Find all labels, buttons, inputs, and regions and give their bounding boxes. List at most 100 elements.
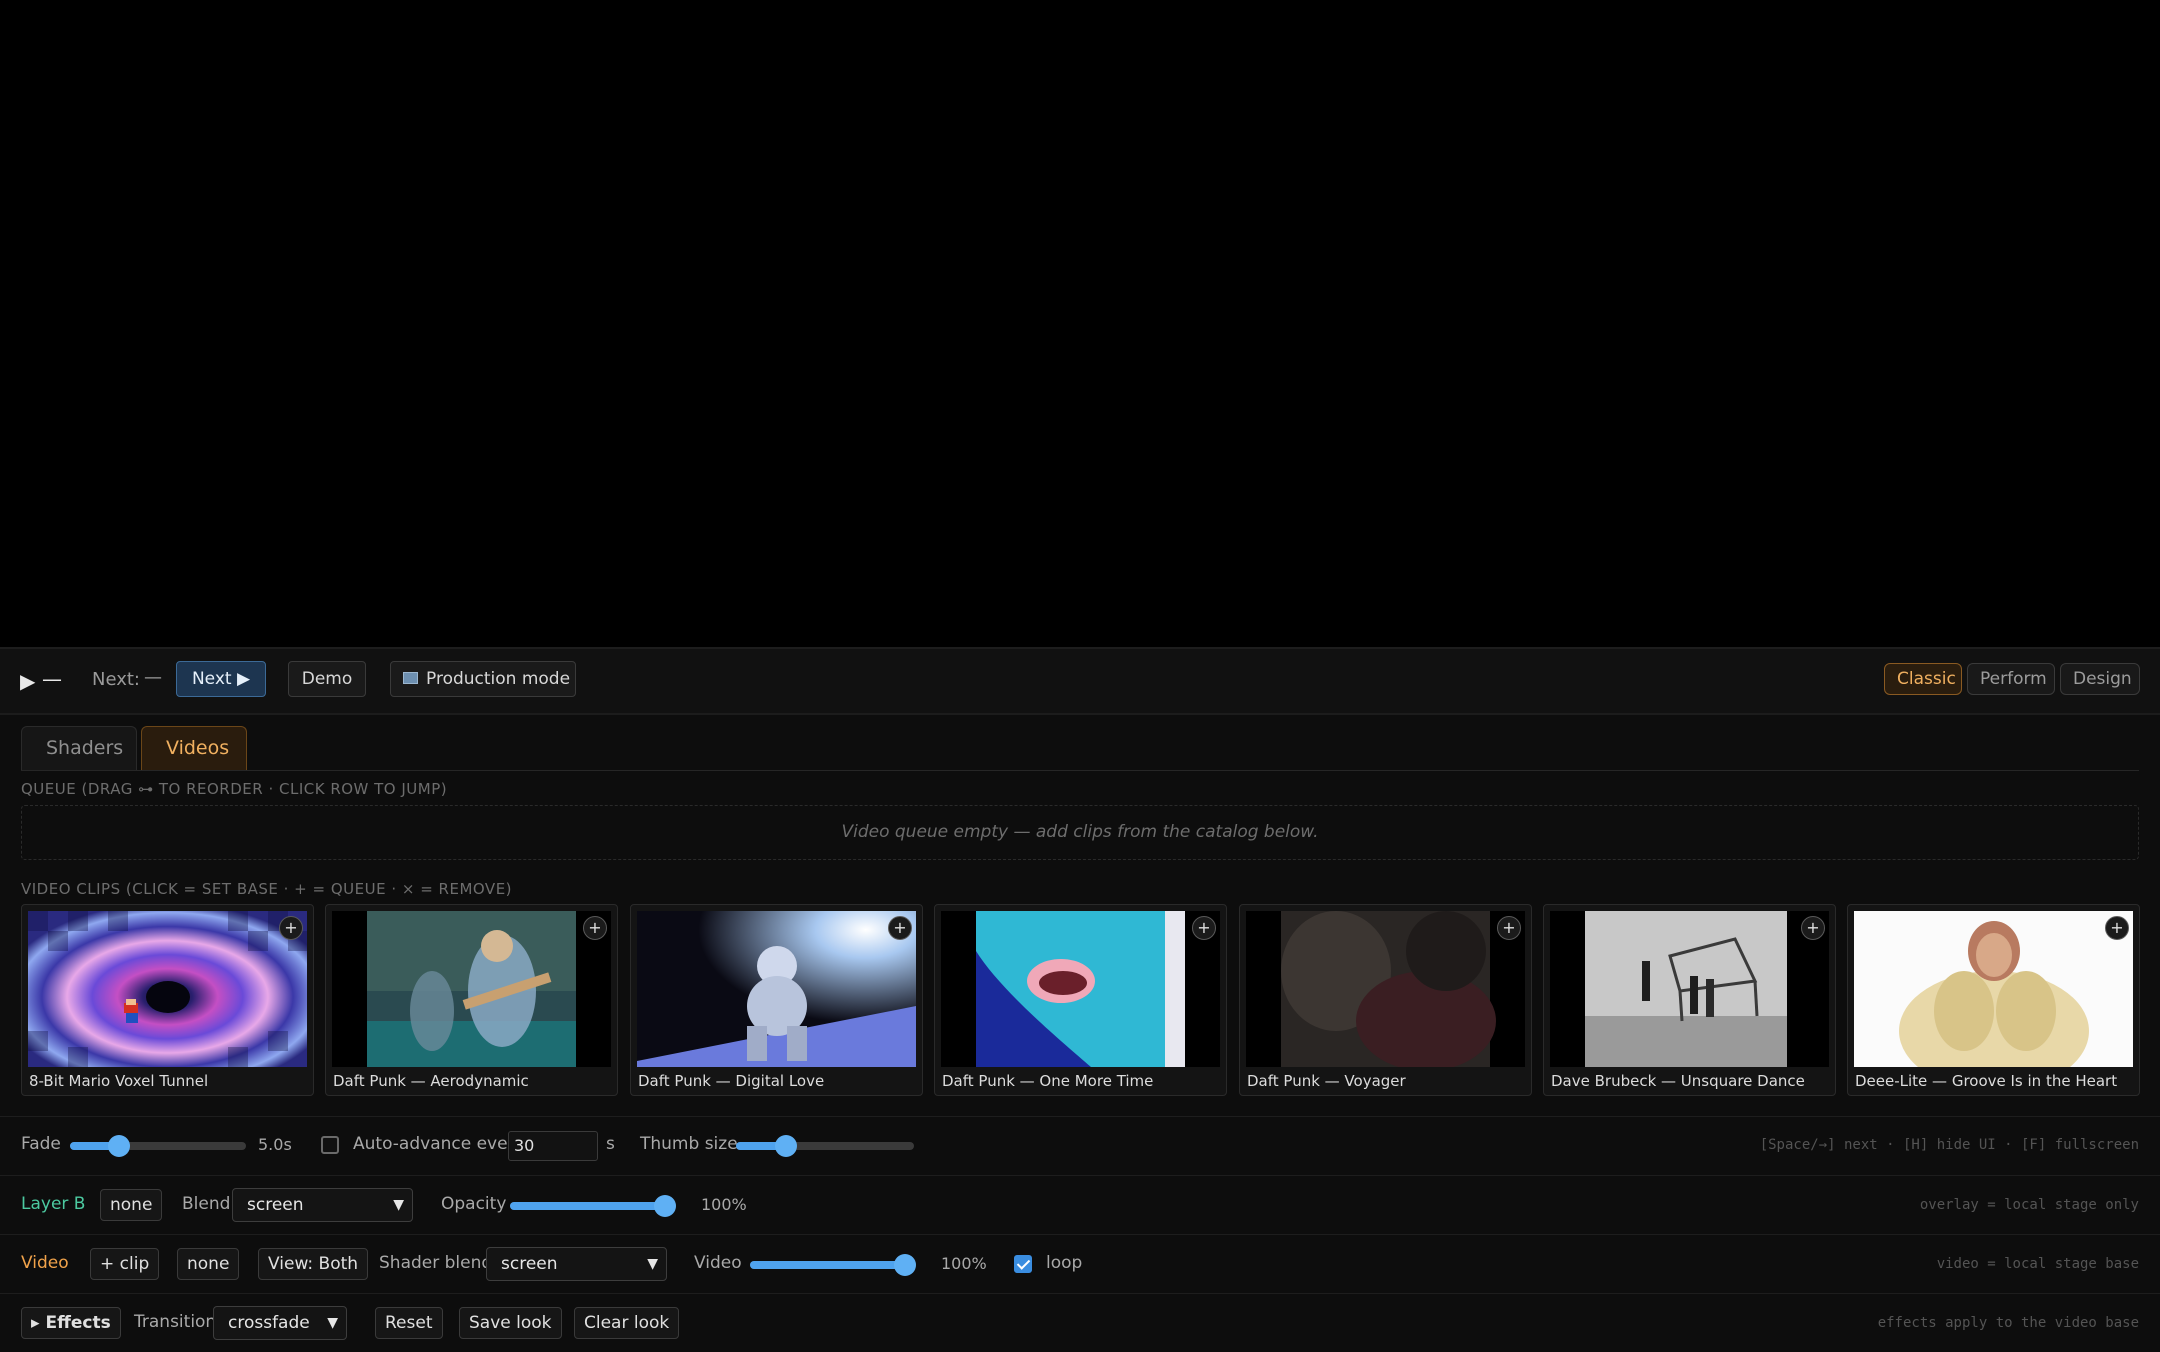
queue-empty-text: Video queue empty — add clips from the c… <box>841 822 1319 842</box>
reset-button[interactable]: Reset <box>375 1307 443 1339</box>
thumb-size-slider-knob[interactable] <box>774 1135 797 1157</box>
layer-b-label: Layer B <box>21 1194 86 1214</box>
add-to-queue-button[interactable]: + <box>2105 916 2129 940</box>
mode-classic-button[interactable]: Classic <box>1884 663 1962 695</box>
add-to-queue-button[interactable]: + <box>888 916 912 940</box>
clip-thumbnail-image <box>637 911 916 1067</box>
clear-look-button[interactable]: Clear look <box>574 1307 680 1339</box>
tab-divider <box>21 770 2139 771</box>
transition-select-value: crossfade <box>228 1313 310 1333</box>
shader-blend-select-value: screen <box>501 1254 558 1274</box>
thumb-size-slider[interactable] <box>736 1135 914 1157</box>
clip-card[interactable]: + Daft Punk — Digital Love <box>630 904 923 1096</box>
fade-value: 5.0s <box>258 1135 292 1154</box>
video-opacity-slider[interactable] <box>750 1254 916 1276</box>
add-to-queue-button[interactable]: + <box>279 916 303 940</box>
clip-card[interactable]: + Dave Brubeck — Unsquare Dance <box>1543 904 1836 1096</box>
tab-shaders[interactable]: Shaders <box>21 726 137 770</box>
clip-card[interactable]: + Daft Punk — Aerodynamic <box>325 904 618 1096</box>
blend-select-value: screen <box>247 1195 304 1215</box>
save-look-button[interactable]: Save look <box>459 1307 562 1339</box>
add-to-queue-button[interactable]: + <box>1192 916 1216 940</box>
video-hint: video = local stage base <box>1936 1256 2139 1272</box>
video-opacity-slider-knob[interactable] <box>894 1254 916 1276</box>
monitor-icon <box>403 672 418 684</box>
clip-title: Daft Punk — Voyager <box>1247 1072 1406 1090</box>
video-opacity-slider-fill <box>750 1261 905 1269</box>
video-opacity-label: Video <box>694 1253 742 1273</box>
effects-toggle-button[interactable]: ▸ Effects <box>21 1307 121 1339</box>
clip-card[interactable]: + Daft Punk — Voyager <box>1239 904 1532 1096</box>
mode-design-button[interactable]: Design <box>2060 663 2140 695</box>
opacity-value: 100% <box>701 1195 747 1214</box>
video-none-button[interactable]: none <box>177 1248 240 1280</box>
clip-title: Daft Punk — Digital Love <box>638 1072 825 1090</box>
play-icon[interactable]: ▶ <box>20 669 35 693</box>
clip-card[interactable]: + Deee-Lite — Groove Is in the Heart <box>1847 904 2140 1096</box>
thumb-size-label: Thumb size <box>640 1134 738 1154</box>
clip-thumbnail-image <box>332 911 611 1067</box>
clip-title: Daft Punk — Aerodynamic <box>333 1072 529 1090</box>
chevron-down-icon: ▼ <box>647 1256 658 1272</box>
now-playing: — <box>42 667 62 691</box>
transition-select[interactable]: crossfade ▼ <box>213 1306 347 1340</box>
control-panel: ▶ — Next: — Next ▶ Demo Production mode … <box>0 647 2160 1352</box>
view-toggle-button[interactable]: View: Both <box>258 1248 369 1280</box>
add-to-queue-button[interactable]: + <box>1497 916 1521 940</box>
video-label: Video <box>21 1253 69 1273</box>
mode-perform-button[interactable]: Perform <box>1967 663 2055 695</box>
clip-thumbnail-image <box>28 911 307 1067</box>
production-mode-button[interactable]: Production mode <box>390 661 576 697</box>
production-mode-label: Production mode <box>426 669 571 689</box>
add-clip-button[interactable]: + clip <box>90 1248 160 1280</box>
clip-thumbnail-image <box>1854 911 2133 1067</box>
auto-advance-input[interactable]: 30 <box>508 1131 598 1161</box>
tab-videos[interactable]: Videos <box>141 726 247 770</box>
chevron-down-icon: ▼ <box>327 1315 338 1331</box>
add-to-queue-button[interactable]: + <box>1801 916 1825 940</box>
blend-label: Blend <box>182 1194 231 1214</box>
clip-thumbnail-image <box>1550 911 1829 1067</box>
opacity-slider[interactable] <box>510 1195 676 1217</box>
clip-thumbnail-image <box>1246 911 1525 1067</box>
opacity-label: Opacity <box>441 1194 507 1214</box>
fade-slider-knob[interactable] <box>108 1135 131 1157</box>
layer-b-row: Layer B none Blend screen ▼ Opacity 100% … <box>0 1175 2160 1234</box>
auto-advance-checkbox[interactable] <box>321 1136 339 1154</box>
clip-card[interactable]: + Daft Punk — One More Time <box>934 904 1227 1096</box>
auto-advance-unit: s <box>606 1134 615 1154</box>
next-value: — <box>144 667 162 688</box>
playback-row: Fade 5.0s Auto-advance every 30 s Thumb … <box>0 1116 2160 1175</box>
transition-label: Transition <box>134 1312 217 1332</box>
clip-title: Daft Punk — One More Time <box>942 1072 1154 1090</box>
video-stage[interactable] <box>0 0 2160 647</box>
shader-blend-select[interactable]: screen ▼ <box>486 1247 667 1281</box>
effects-hint: effects apply to the video base <box>1877 1315 2139 1331</box>
loop-label: loop <box>1046 1253 1083 1273</box>
effects-row: ▸ Effects Transition crossfade ▼ Reset Sa… <box>0 1293 2160 1352</box>
auto-advance-label: Auto-advance every <box>353 1134 525 1154</box>
shader-blend-label: Shader blend <box>379 1253 493 1273</box>
loop-checkbox[interactable] <box>1014 1255 1032 1273</box>
clip-card[interactable]: + 8-Bit Mario Voxel Tunnel <box>21 904 314 1096</box>
clip-thumbnail <box>1550 911 1829 1067</box>
clip-thumbnail <box>28 911 307 1067</box>
transport-bar: ▶ — Next: — Next ▶ Demo Production mode … <box>0 649 2160 715</box>
add-to-queue-button[interactable]: + <box>583 916 607 940</box>
clip-thumbnail <box>637 911 916 1067</box>
clip-catalog: + 8-Bit Mario Voxel Tunnel + Daft Punk —… <box>21 904 2140 1096</box>
blend-select[interactable]: screen ▼ <box>232 1188 413 1222</box>
layer-b-none-button[interactable]: none <box>100 1189 163 1221</box>
clip-title: Dave Brubeck — Unsquare Dance <box>1551 1072 1805 1090</box>
video-queue[interactable]: Video queue empty — add clips from the c… <box>21 805 2139 860</box>
opacity-slider-knob[interactable] <box>654 1195 676 1217</box>
next-button[interactable]: Next ▶ <box>176 661 266 697</box>
clip-thumbnail <box>332 911 611 1067</box>
demo-button[interactable]: Demo <box>288 661 366 697</box>
queue-label: QUEUE (DRAG ⊶ TO REORDER · CLICK ROW TO … <box>21 780 448 798</box>
video-row: Video + clip none View: Both Shader blen… <box>0 1234 2160 1293</box>
clip-thumbnail <box>941 911 1220 1067</box>
layer-b-hint: overlay = local stage only <box>1919 1197 2139 1213</box>
clip-thumbnail-image <box>941 911 1220 1067</box>
fade-slider[interactable] <box>70 1135 246 1157</box>
